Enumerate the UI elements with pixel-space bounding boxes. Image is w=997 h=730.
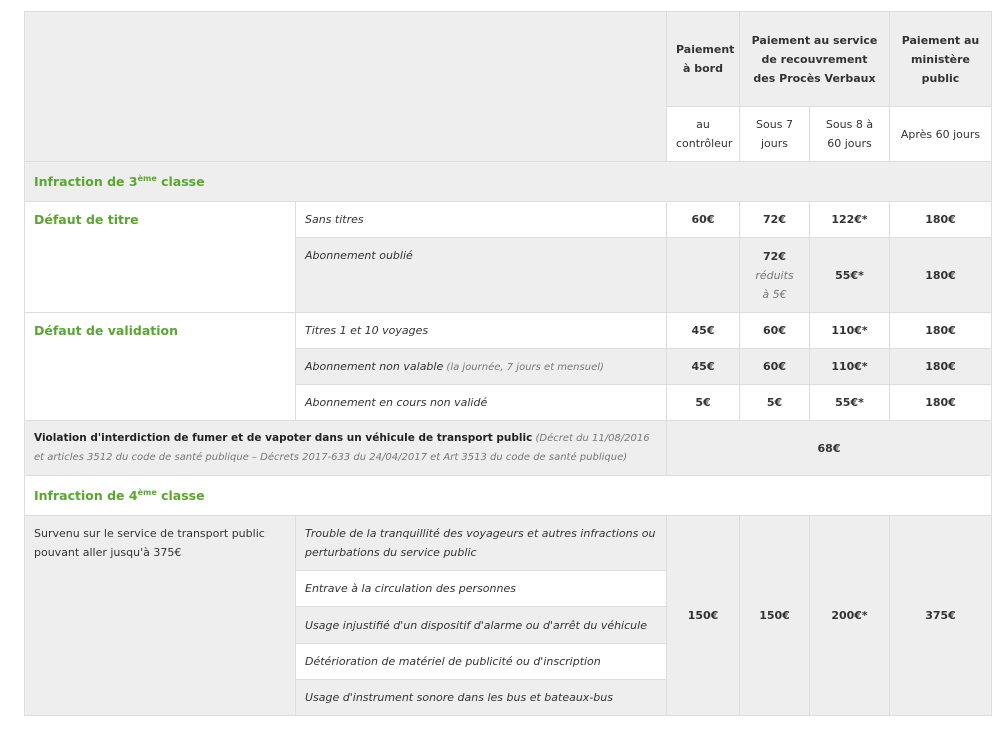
amount-apres: 180€ bbox=[889, 384, 992, 421]
row-description: Sans titres bbox=[295, 201, 667, 238]
amount-bord bbox=[666, 237, 740, 313]
row-description: Abonnement oublié bbox=[295, 237, 667, 313]
header-empty-cell bbox=[24, 11, 667, 162]
class-4-heading: Infraction de 4ème classe bbox=[24, 475, 992, 516]
fumer-description: Violation d'interdiction de fumer et de … bbox=[24, 420, 667, 476]
service-transport-label: Survenu sur le service de transport publ… bbox=[24, 515, 296, 716]
amount-apres: 180€ bbox=[889, 348, 992, 385]
amount-7-jours: 60€ bbox=[739, 312, 810, 349]
amount-note: à 5€ bbox=[762, 287, 787, 301]
amount-7-jours: 5€ bbox=[739, 384, 810, 421]
row-description: Entrave à la circulation des personnes bbox=[295, 570, 667, 607]
row-description: Usage injustifié d'un dispositif d'alarm… bbox=[295, 606, 667, 644]
amount-7-jours-cell: 72€ réduits à 5€ bbox=[739, 237, 810, 313]
amount-apres: 180€ bbox=[889, 237, 992, 313]
row-description: Abonnement non valable (la journée, 7 jo… bbox=[295, 348, 667, 385]
subheader-apres-60: Après 60 jours bbox=[889, 106, 992, 162]
header-paiement-ministere: Paiement au ministère public bbox=[889, 11, 992, 107]
amount-60-jours: 110€* bbox=[809, 312, 890, 349]
amount-apres: 180€ bbox=[889, 201, 992, 238]
subheader-sous-7: Sous 7 jours bbox=[739, 106, 810, 162]
amount-7-jours: 60€ bbox=[739, 348, 810, 385]
amount-60-jours: 55€* bbox=[809, 384, 890, 421]
amount-bord: 60€ bbox=[666, 201, 740, 238]
amount-60-jours: 200€* bbox=[809, 515, 890, 716]
amount-bord: 150€ bbox=[666, 515, 740, 716]
amount-apres: 375€ bbox=[889, 515, 992, 716]
amount-60-jours: 55€* bbox=[809, 237, 890, 313]
row-description: Détérioration de matériel de publicité o… bbox=[295, 643, 667, 680]
amount-note: réduits bbox=[755, 268, 794, 282]
class-3-heading: Infraction de 3ème classe bbox=[24, 161, 992, 202]
amount-apres: 180€ bbox=[889, 312, 992, 349]
header-paiement-service: Paiement au service de recouvrement des … bbox=[739, 11, 890, 107]
header-paiement-bord: Paiement à bord bbox=[666, 11, 740, 107]
defaut-validation-label: Défaut de validation bbox=[24, 312, 296, 421]
row-description: Titres 1 et 10 voyages bbox=[295, 312, 667, 349]
amount-60-jours: 122€* bbox=[809, 201, 890, 238]
amount-7-jours: 72€ bbox=[739, 201, 810, 238]
amount-bord: 45€ bbox=[666, 348, 740, 385]
row-description: Abonnement en cours non validé bbox=[295, 384, 667, 421]
fumer-amount: 68€ bbox=[666, 420, 992, 476]
amount-7-jours: 150€ bbox=[739, 515, 810, 716]
defaut-titre-label: Défaut de titre bbox=[24, 201, 296, 313]
row-description: Trouble de la tranquillité des voyageurs… bbox=[295, 515, 667, 571]
row-description: Usage d'instrument sonore dans les bus e… bbox=[295, 679, 667, 716]
amount-bord: 5€ bbox=[666, 384, 740, 421]
subheader-controleur: au contrôleur bbox=[666, 106, 740, 162]
amount-60-jours: 110€* bbox=[809, 348, 890, 385]
amount-7-jours: 72€ bbox=[763, 249, 786, 263]
amount-bord: 45€ bbox=[666, 312, 740, 349]
fines-table: Paiement à bord Paiement au service de r… bbox=[24, 11, 992, 716]
subheader-sous-8-60: Sous 8 à 60 jours bbox=[809, 106, 890, 162]
